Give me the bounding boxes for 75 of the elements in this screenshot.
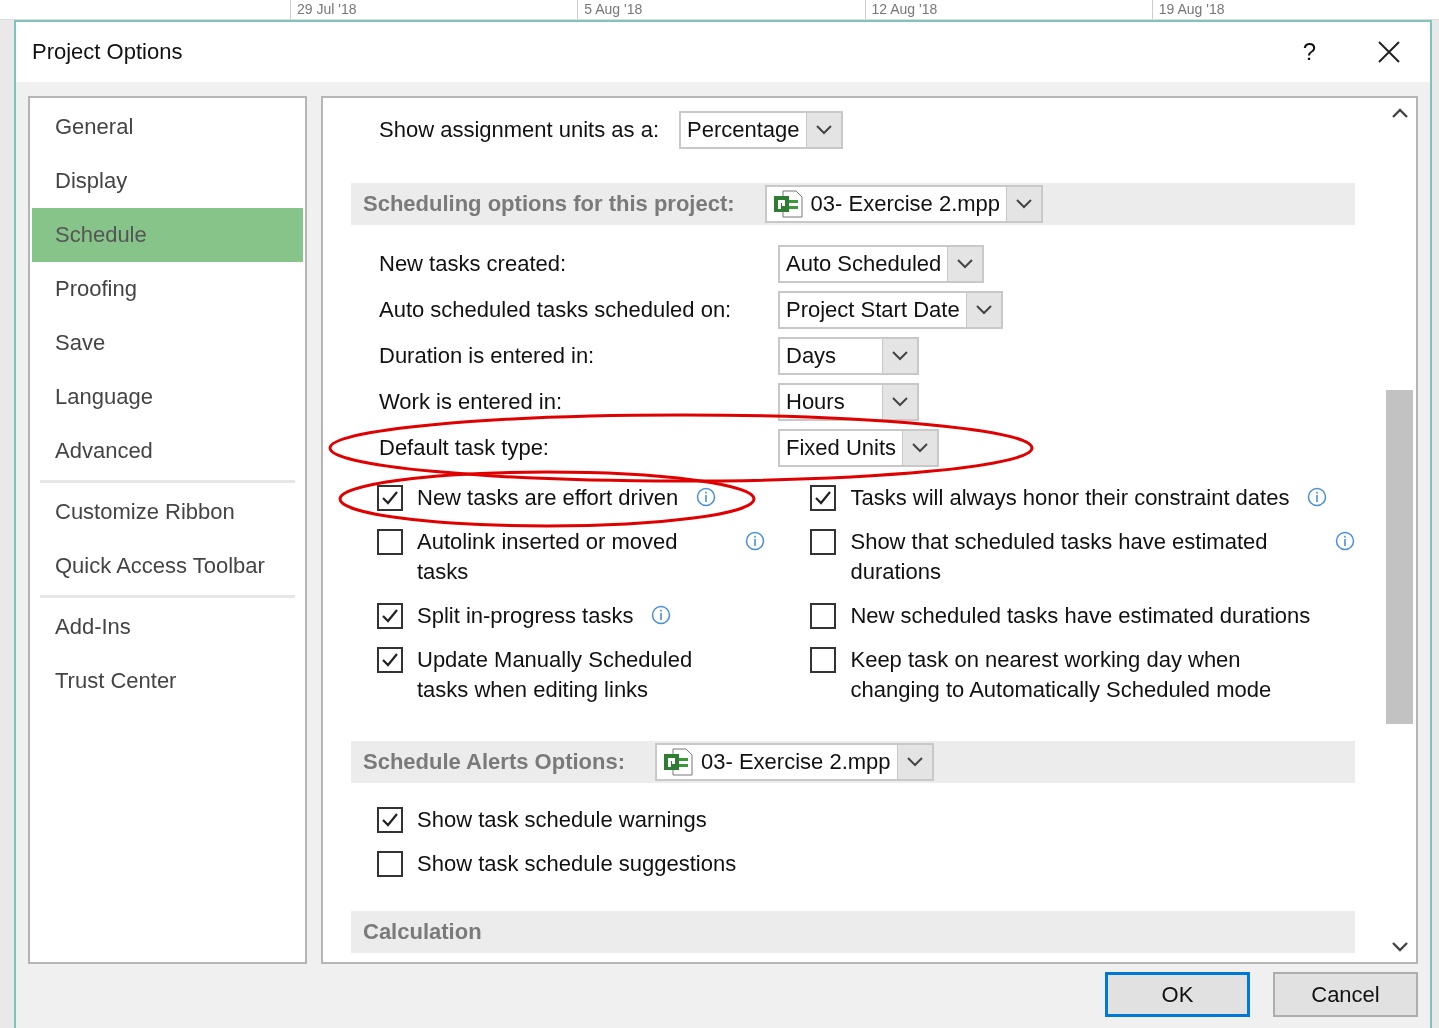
info-icon[interactable] xyxy=(1307,487,1328,507)
checkbox[interactable] xyxy=(810,485,837,511)
caret-icon xyxy=(975,305,992,315)
checkbox[interactable] xyxy=(377,851,403,877)
dropdown[interactable]: 03- Exercise 2.mpp xyxy=(764,185,1044,223)
nav-item[interactable]: Language xyxy=(32,370,303,424)
nav-item[interactable]: Trust Center xyxy=(32,654,303,708)
option-label: New scheduled tasks have estimated durations xyxy=(850,602,1311,630)
timeline-date: 19 Aug '18 xyxy=(1151,0,1439,19)
field-label: New tasks created: xyxy=(379,251,568,277)
dialog-title: Project Options xyxy=(32,39,184,65)
scrollbar-thumb[interactable] xyxy=(1386,390,1413,724)
caret-icon xyxy=(892,351,908,361)
option-label: New tasks are effort driven xyxy=(417,484,679,512)
checkbox[interactable] xyxy=(377,807,403,833)
field-label: Show assignment units as a: xyxy=(379,117,660,143)
info-icon[interactable] xyxy=(745,531,765,551)
dialog-button[interactable]: Cancel xyxy=(1273,972,1418,1017)
checkbox[interactable] xyxy=(377,529,403,555)
dropdown[interactable]: Auto Scheduled xyxy=(778,245,985,283)
caret-icon xyxy=(1016,199,1033,209)
nav-item[interactable]: Display xyxy=(32,154,303,208)
caret-icon xyxy=(957,259,974,269)
checkbox[interactable] xyxy=(810,529,837,555)
caret-icon xyxy=(815,125,832,135)
close-icon[interactable] xyxy=(1378,41,1400,63)
scroll-down-icon[interactable] xyxy=(1391,942,1408,952)
option-label: Show that scheduled tasks have estimated durations xyxy=(850,528,1269,586)
checkbox[interactable] xyxy=(810,603,837,629)
dropdown[interactable]: Hours xyxy=(778,383,919,421)
dialog-button[interactable]: OK xyxy=(1105,972,1250,1017)
dropdown[interactable]: 03- Exercise 2.mpp xyxy=(655,743,934,781)
option-label: Keep task on nearest working day when changing to Automatically Scheduled mode xyxy=(850,646,1273,704)
nav-item[interactable]: Schedule xyxy=(32,208,303,262)
option-label: Autolink inserted or moved tasks xyxy=(417,528,679,586)
caret-icon xyxy=(912,443,929,453)
nav-item[interactable]: Save xyxy=(32,316,303,370)
option-label: Split in-progress tasks xyxy=(417,602,634,630)
dropdown[interactable]: Project Start Date xyxy=(778,291,1003,329)
nav-item[interactable]: Quick Access Toolbar xyxy=(32,539,303,593)
field-label: Auto scheduled tasks scheduled on: xyxy=(379,297,733,323)
option-label: Tasks will always honor their constraint dates xyxy=(850,484,1290,512)
caret-icon xyxy=(892,397,908,407)
timeline-date: 5 Aug '18 xyxy=(577,0,865,19)
section-title: Schedule Alerts Options: xyxy=(363,749,625,775)
nav-item[interactable]: Customize Ribbon xyxy=(32,485,303,539)
checkbox[interactable] xyxy=(377,485,403,511)
section-title: Calculation xyxy=(363,919,482,945)
field-label: Duration is entered in: xyxy=(379,343,596,369)
info-icon[interactable] xyxy=(1335,531,1355,551)
caret-icon xyxy=(906,757,923,767)
project-file-icon xyxy=(772,189,803,219)
field-label: Work is entered in: xyxy=(379,389,563,415)
option-label: Show task schedule warnings xyxy=(417,806,707,834)
scroll-up-icon[interactable] xyxy=(1391,108,1408,118)
dropdown[interactable]: Days xyxy=(778,337,919,375)
checkbox[interactable] xyxy=(377,647,403,673)
checkbox[interactable] xyxy=(377,603,403,629)
option-label: Update Manually Scheduled tasks when editing links xyxy=(417,646,694,704)
dropdown[interactable]: Fixed Units xyxy=(778,429,940,467)
field-label: Default task type: xyxy=(379,435,550,461)
nav-item[interactable]: Proofing xyxy=(32,262,303,316)
nav-item[interactable]: General xyxy=(32,100,303,154)
help-button[interactable]: ? xyxy=(1302,38,1316,66)
info-icon[interactable] xyxy=(696,487,717,507)
timeline-date: 12 Aug '18 xyxy=(864,0,1152,19)
section-title: Scheduling options for this project: xyxy=(363,191,735,217)
project-file-icon xyxy=(663,747,693,777)
nav-item[interactable]: Advanced xyxy=(32,424,303,478)
dropdown[interactable]: Percentage xyxy=(679,111,843,149)
nav-item[interactable]: Add-Ins xyxy=(32,600,303,654)
timeline-date: 29 Jul '18 xyxy=(290,0,578,19)
checkbox[interactable] xyxy=(810,647,837,673)
info-icon[interactable] xyxy=(651,605,672,625)
option-label: Show task schedule suggestions xyxy=(417,850,737,878)
